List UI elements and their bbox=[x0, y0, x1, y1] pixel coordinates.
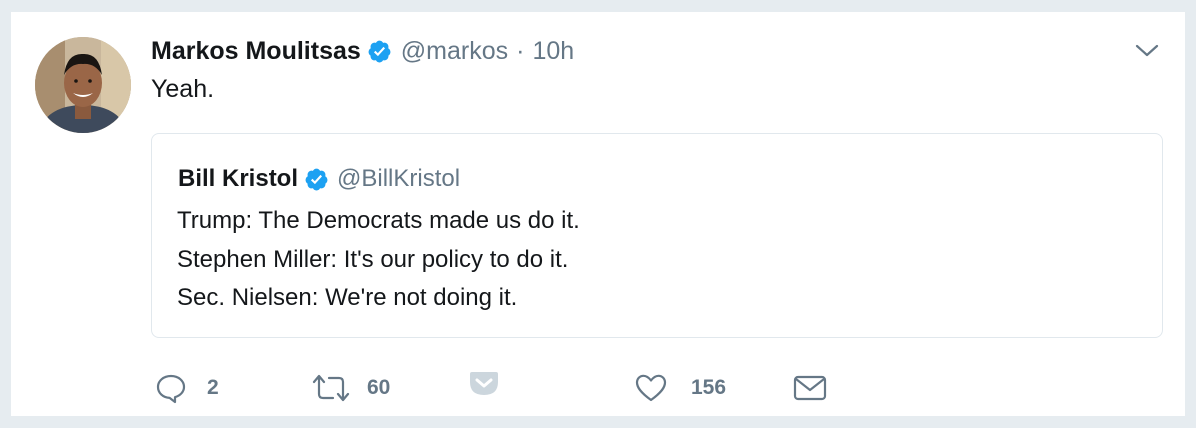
chevron-down-icon[interactable] bbox=[1133, 40, 1161, 62]
envelope-icon bbox=[793, 374, 827, 402]
reply-icon bbox=[155, 372, 187, 404]
like-button[interactable]: 156 bbox=[635, 368, 726, 408]
tweet-card[interactable]: Markos Moulitsas @markos · 10h Yeah. Bil… bbox=[11, 11, 1185, 416]
reply-button[interactable]: 2 bbox=[155, 368, 219, 408]
quoted-author-handle: @BillKristol bbox=[337, 165, 461, 192]
like-count: 156 bbox=[691, 376, 727, 399]
author-name[interactable]: Markos Moulitsas bbox=[151, 37, 361, 66]
verified-badge-icon bbox=[367, 39, 392, 64]
tweet-text: Yeah. bbox=[151, 75, 215, 103]
retweet-icon bbox=[311, 372, 351, 404]
avatar[interactable] bbox=[35, 37, 131, 133]
heart-icon bbox=[635, 372, 667, 404]
quoted-tweet-text: Trump: The Democrats made us do it. Step… bbox=[177, 202, 580, 318]
tweet-actions: 2 60 156 bbox=[151, 368, 851, 408]
tweet-timestamp[interactable]: 10h bbox=[532, 37, 574, 66]
reply-count: 2 bbox=[207, 376, 219, 399]
separator-dot: · bbox=[516, 36, 525, 65]
quoted-tweet-header: Bill Kristol @BillKristol bbox=[178, 162, 460, 196]
quoted-author-name: Bill Kristol bbox=[178, 165, 299, 192]
tweet-header: Markos Moulitsas @markos · 10h bbox=[151, 34, 574, 68]
quoted-line: Trump: The Democrats made us do it. bbox=[177, 207, 580, 234]
verified-badge-icon bbox=[304, 167, 329, 192]
author-handle[interactable]: @markos bbox=[401, 37, 508, 66]
quoted-tweet[interactable]: Bill Kristol @BillKristol Trump: The Dem… bbox=[151, 133, 1163, 338]
quoted-line: Stephen Miller: It's our policy to do it… bbox=[177, 245, 569, 273]
retweet-button[interactable]: 60 bbox=[311, 368, 390, 408]
retweet-count: 60 bbox=[367, 376, 391, 399]
quoted-line: Sec. Nielsen: We're not doing it. bbox=[177, 284, 518, 311]
pocket-icon bbox=[469, 370, 499, 398]
pocket-button[interactable] bbox=[469, 364, 499, 404]
direct-message-button[interactable] bbox=[793, 368, 827, 408]
